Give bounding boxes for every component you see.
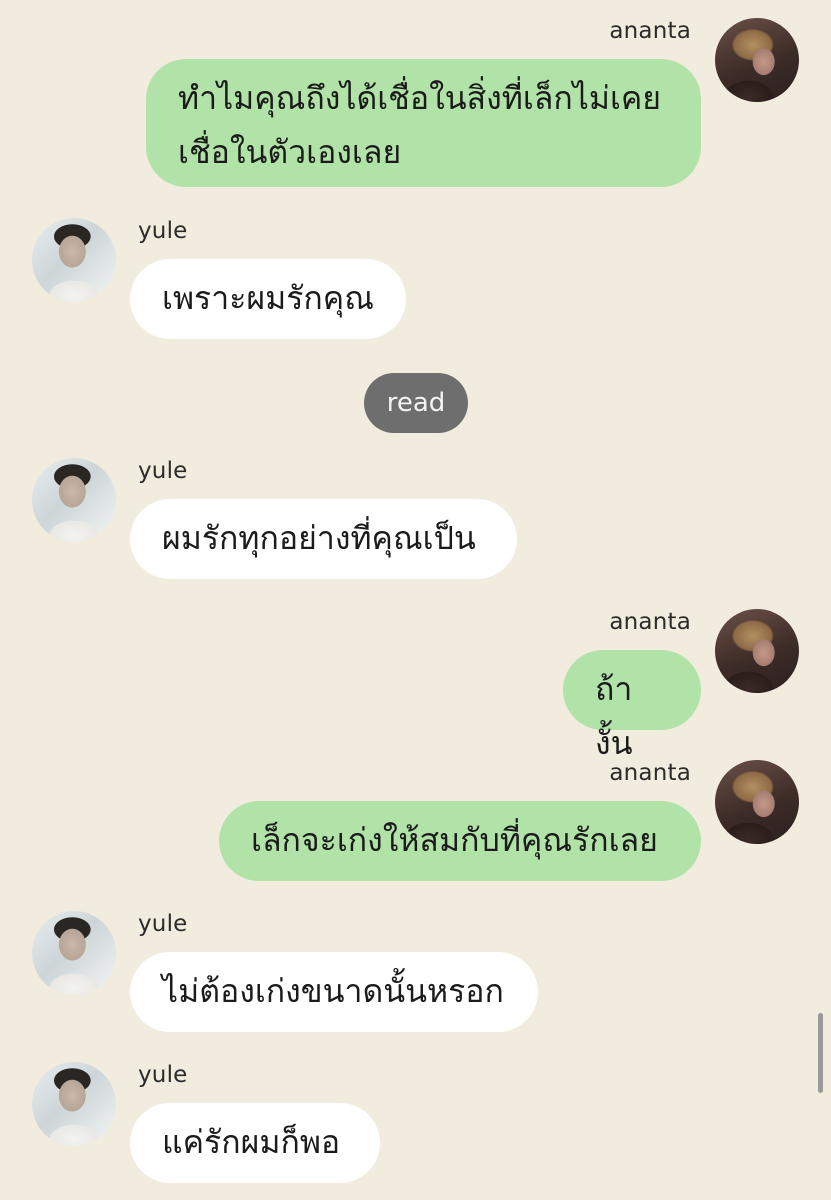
avatar-yule[interactable] (32, 911, 116, 995)
sender-name: yule (138, 458, 188, 484)
message-bubble-outgoing[interactable]: ถ้างั้น (563, 650, 701, 762)
message-bubble-incoming[interactable]: ผมรักทุกอย่างที่คุณเป็น (130, 499, 517, 579)
avatar-ananta[interactable] (715, 760, 799, 844)
message-bubble-outgoing[interactable]: ทำไมคุณถึงได้เชื่อในสิ่งที่เล็กไม่เคย เช… (146, 59, 701, 187)
read-indicator: read (364, 373, 468, 433)
message-bubble-incoming[interactable]: เพราะผมรักคุณ (130, 259, 406, 339)
sender-name: yule (138, 911, 188, 937)
sender-name: yule (138, 1062, 188, 1088)
sender-name: ananta (609, 18, 691, 44)
avatar-ananta[interactable] (715, 18, 799, 102)
avatar-yule[interactable] (32, 458, 116, 542)
sender-name: ananta (609, 760, 691, 786)
message-bubble-outgoing[interactable]: เล็กจะเก่งให้สมกับที่คุณรักเลย (219, 801, 701, 881)
avatar-yule[interactable] (32, 218, 116, 302)
scrollbar[interactable] (818, 1013, 823, 1093)
avatar-ananta[interactable] (715, 609, 799, 693)
sender-name: yule (138, 218, 188, 244)
avatar-yule[interactable] (32, 1062, 116, 1146)
message-bubble-incoming[interactable]: ไม่ต้องเก่งขนาดนั้นหรอก (130, 952, 538, 1032)
message-bubble-incoming[interactable]: แค่รักผมก็พอ (130, 1103, 380, 1183)
sender-name: ananta (609, 609, 691, 635)
